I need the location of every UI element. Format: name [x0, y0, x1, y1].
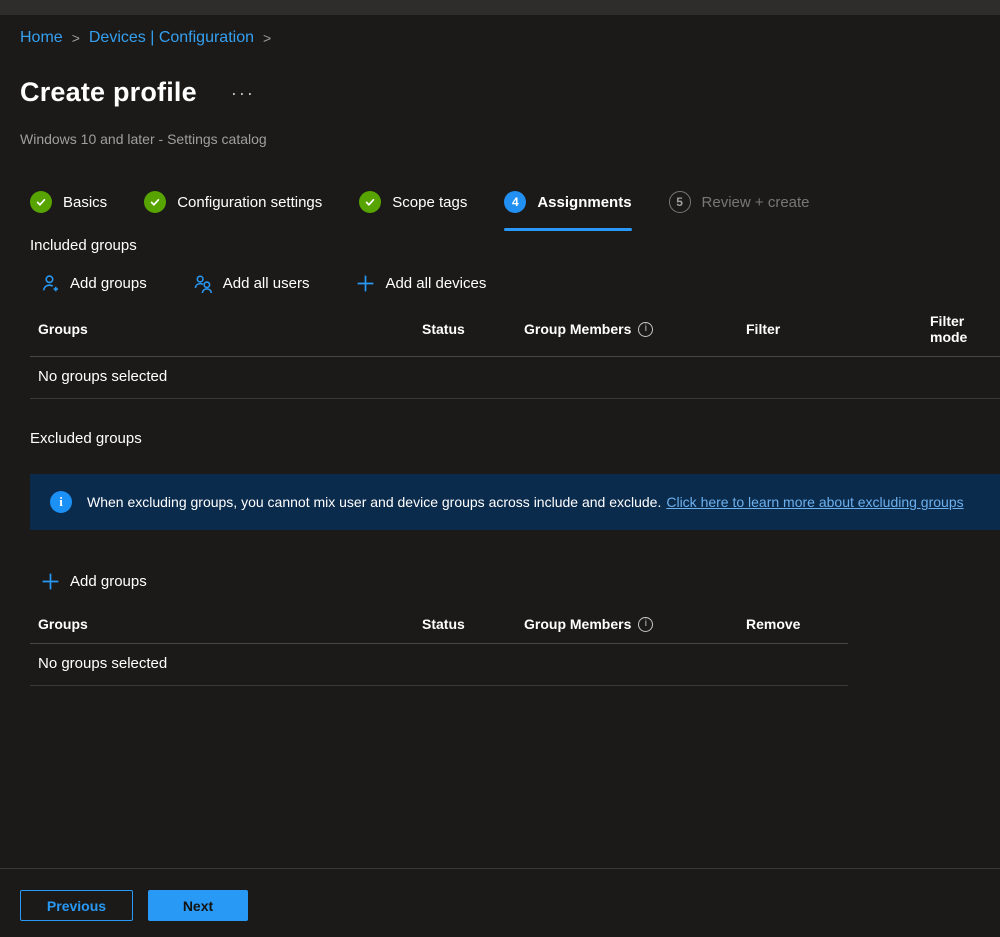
breadcrumb: Home > Devices | Configuration >	[20, 29, 1000, 47]
excluded-groups-toolbar: Add groups	[40, 571, 1000, 592]
column-groups: Groups	[30, 321, 422, 337]
step-basics[interactable]: Basics	[30, 191, 107, 215]
breadcrumb-separator: >	[254, 30, 280, 46]
step-review-create: 5 Review + create	[669, 191, 810, 215]
step-scope-tags[interactable]: Scope tags	[359, 191, 467, 215]
step-label: Basics	[63, 194, 107, 211]
column-filter-mode: Filter mode	[930, 313, 1000, 345]
check-icon	[30, 191, 52, 213]
wizard-steps: Basics Configuration settings Scope tags…	[30, 191, 1000, 215]
add-groups-button-excluded[interactable]: Add groups	[40, 571, 147, 592]
column-remove: Remove	[746, 616, 848, 632]
add-groups-label: Add groups	[70, 573, 147, 590]
banner-message: When excluding groups, you cannot mix us…	[87, 494, 964, 510]
column-groups: Groups	[30, 616, 422, 632]
table-header-row: Groups Status Group Members i Filter Fil…	[30, 304, 1000, 356]
add-all-users-button[interactable]: Add all users	[193, 273, 310, 294]
excluded-groups-heading: Excluded groups	[30, 430, 1000, 447]
info-banner: i When excluding groups, you cannot mix …	[30, 474, 1000, 530]
info-icon[interactable]: i	[638, 322, 653, 337]
breadcrumb-separator: >	[63, 30, 89, 46]
step-assignments[interactable]: 4 Assignments	[504, 191, 631, 215]
included-groups-table: Groups Status Group Members i Filter Fil…	[30, 304, 1000, 399]
check-icon	[359, 191, 381, 213]
column-group-members-label: Group Members	[524, 321, 631, 337]
column-group-members: Group Members i	[524, 616, 746, 632]
breadcrumb-home[interactable]: Home	[20, 29, 63, 47]
table-divider	[30, 398, 1000, 399]
add-groups-button[interactable]: Add groups	[40, 273, 147, 294]
banner-message-text: When excluding groups, you cannot mix us…	[87, 494, 661, 510]
check-icon	[144, 191, 166, 213]
included-groups-heading: Included groups	[30, 237, 1000, 254]
more-menu-button[interactable]: ···	[227, 84, 259, 102]
person-add-icon	[40, 273, 61, 294]
breadcrumb-devices-configuration[interactable]: Devices | Configuration	[89, 29, 254, 47]
excluded-groups-table: Groups Status Group Members i Remove No …	[30, 607, 848, 686]
empty-state-text: No groups selected	[30, 357, 1000, 398]
step-label: Review + create	[702, 194, 810, 211]
step-number-badge: 4	[504, 191, 526, 213]
table-divider	[30, 685, 848, 686]
column-group-members: Group Members i	[524, 321, 746, 337]
add-all-users-label: Add all users	[223, 275, 310, 292]
wizard-footer: Previous Next	[0, 868, 1000, 937]
column-group-members-label: Group Members	[524, 616, 631, 632]
plus-icon	[355, 273, 376, 294]
plus-icon	[40, 571, 61, 592]
step-number-badge: 5	[669, 191, 691, 213]
step-configuration-settings[interactable]: Configuration settings	[144, 191, 322, 215]
step-label: Scope tags	[392, 194, 467, 211]
previous-button[interactable]: Previous	[20, 890, 133, 921]
add-all-devices-label: Add all devices	[385, 275, 486, 292]
add-all-devices-button[interactable]: Add all devices	[355, 273, 486, 294]
info-filled-icon: i	[50, 491, 72, 513]
empty-state-text: No groups selected	[30, 644, 848, 685]
page-subtitle: Windows 10 and later - Settings catalog	[20, 131, 1000, 147]
banner-learn-more-link[interactable]: Click here to learn more about excluding…	[666, 494, 963, 510]
add-groups-label: Add groups	[70, 275, 147, 292]
column-status: Status	[422, 321, 524, 337]
info-icon[interactable]: i	[638, 617, 653, 632]
step-label: Assignments	[537, 194, 631, 211]
column-filter: Filter	[746, 321, 930, 337]
people-icon	[193, 273, 214, 294]
column-status: Status	[422, 616, 524, 632]
step-label: Configuration settings	[177, 194, 322, 211]
included-groups-toolbar: Add groups Add all users Add all devices	[40, 273, 1000, 294]
next-button[interactable]: Next	[148, 890, 248, 921]
page-title: Create profile	[20, 77, 197, 108]
portal-top-bar	[0, 0, 1000, 15]
table-header-row: Groups Status Group Members i Remove	[30, 607, 848, 643]
